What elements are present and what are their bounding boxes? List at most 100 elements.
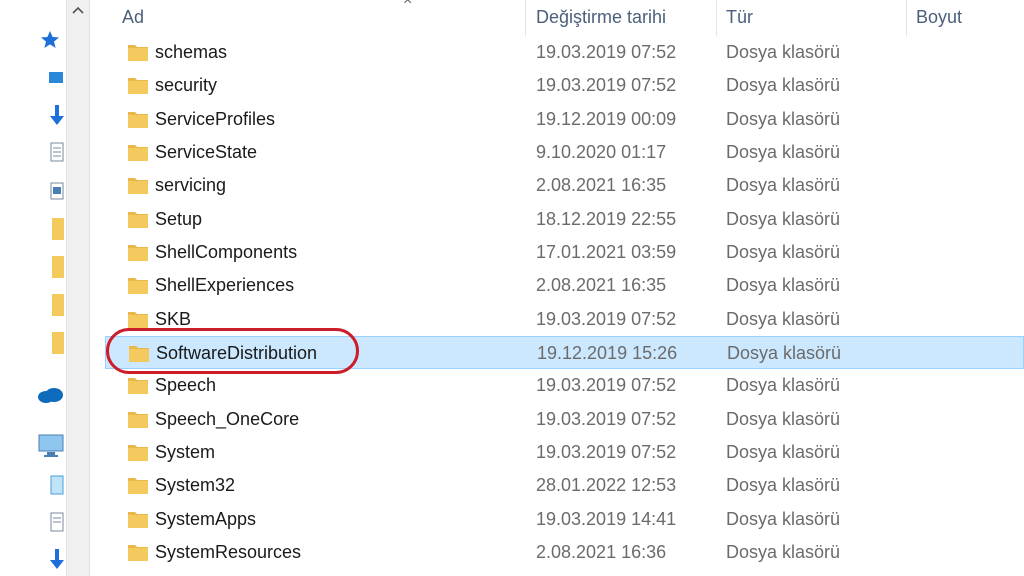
file-type: Dosya klasörü xyxy=(726,275,841,295)
file-type: Dosya klasörü xyxy=(727,343,842,363)
file-type: Dosya klasörü xyxy=(726,175,841,195)
folder-icon xyxy=(128,145,148,161)
file-type: Dosya klasörü xyxy=(726,542,841,562)
modified-date: 18.12.2019 22:55 xyxy=(536,209,677,229)
file-type: Dosya klasörü xyxy=(726,242,841,262)
file-name[interactable]: ServiceProfiles xyxy=(155,103,275,136)
file-name[interactable]: schemas xyxy=(155,36,227,69)
folder-icon xyxy=(128,45,148,61)
list-item[interactable]: System32 28.01.2022 12:53 Dosya klasörü xyxy=(105,469,1024,502)
file-name[interactable]: servicing xyxy=(155,169,226,202)
column-header-type[interactable]: Tür xyxy=(726,0,753,36)
list-item[interactable]: SystemApps 19.03.2019 14:41 Dosya klasörü xyxy=(105,503,1024,536)
file-name[interactable]: SystemApps xyxy=(155,503,256,536)
modified-date: 19.03.2019 07:52 xyxy=(536,309,677,329)
file-type: Dosya klasörü xyxy=(726,442,841,462)
column-header-size[interactable]: Boyut xyxy=(916,0,962,36)
folder-icon[interactable] xyxy=(52,218,64,240)
file-type: Dosya klasörü xyxy=(726,209,841,229)
folder-icon xyxy=(128,112,148,128)
chevron-up-icon xyxy=(72,6,84,14)
folder-icon xyxy=(128,278,148,294)
list-item[interactable]: ShellComponents 17.01.2021 03:59 Dosya kla… xyxy=(105,236,1024,269)
folder-icon xyxy=(128,245,148,261)
list-item[interactable]: ShellExperiences 2.08.2021 16:35 Dosya kla… xyxy=(105,269,1024,302)
folder-icon xyxy=(128,212,148,228)
modified-date: 17.01.2021 03:59 xyxy=(536,242,677,262)
file-name[interactable]: Setup xyxy=(155,203,202,236)
file-name[interactable]: SystemResources xyxy=(155,536,301,569)
documents-icon[interactable] xyxy=(50,142,64,162)
scroll-up-button[interactable] xyxy=(67,0,89,20)
this-pc-icon[interactable] xyxy=(38,434,64,458)
pictures-icon[interactable] xyxy=(50,182,64,200)
nav-scrollbar[interactable] xyxy=(66,0,90,576)
folder-icon[interactable] xyxy=(52,256,64,278)
folder-icon[interactable] xyxy=(52,332,64,354)
list-item[interactable]: servicing 2.08.2021 16:35 Dosya klasörü xyxy=(105,169,1024,202)
folder-icon xyxy=(128,412,148,428)
list-item[interactable]: System 19.03.2019 07:52 Dosya klasörü xyxy=(105,436,1024,469)
file-type: Dosya klasörü xyxy=(726,109,841,129)
column-header-date[interactable]: Değiştirme tarihi xyxy=(536,0,666,36)
modified-date: 19.03.2019 07:52 xyxy=(536,442,677,462)
file-name[interactable]: System32 xyxy=(155,469,235,502)
modified-date: 9.10.2020 01:17 xyxy=(536,142,667,162)
file-name[interactable]: ShellExperiences xyxy=(155,269,294,302)
folder-icon xyxy=(128,312,148,328)
file-type: Dosya klasörü xyxy=(726,309,841,329)
modified-date: 2.08.2021 16:35 xyxy=(536,175,667,195)
folder-icon[interactable] xyxy=(52,294,64,316)
onedrive-cloud-icon[interactable] xyxy=(36,386,64,404)
modified-date: 19.12.2019 15:26 xyxy=(537,343,678,363)
file-name[interactable]: System xyxy=(155,436,215,469)
file-name[interactable]: security xyxy=(155,69,217,102)
column-divider[interactable] xyxy=(525,0,526,36)
list-item[interactable]: Speech_OneCore 19.03.2019 07:52 Dosya klas… xyxy=(105,403,1024,436)
list-item[interactable]: security 19.03.2019 07:52 Dosya klasörü xyxy=(105,69,1024,102)
modified-date: 19.03.2019 07:52 xyxy=(536,75,677,95)
download-arrow-icon[interactable] xyxy=(50,548,64,570)
file-type: Dosya klasörü xyxy=(726,409,841,429)
folder-icon xyxy=(128,178,148,194)
desktop-icon[interactable] xyxy=(48,70,64,86)
file-name[interactable]: ShellComponents xyxy=(155,236,297,269)
folder-icon xyxy=(128,445,148,461)
modified-date: 19.03.2019 14:41 xyxy=(536,509,677,529)
modified-date: 28.01.2022 12:53 xyxy=(536,475,677,495)
annotation-highlight xyxy=(106,328,359,374)
file-name[interactable]: Speech_OneCore xyxy=(155,403,299,436)
modified-date: 19.03.2019 07:52 xyxy=(536,409,677,429)
file-type: Dosya klasörü xyxy=(726,375,841,395)
column-header-name[interactable]: Ad xyxy=(122,0,144,36)
navigation-pane xyxy=(0,0,66,576)
file-type: Dosya klasörü xyxy=(726,42,841,62)
file-type: Dosya klasörü xyxy=(726,509,841,529)
list-item[interactable]: ServiceProfiles 19.12.2019 00:09 Dosya kla… xyxy=(105,103,1024,136)
list-item[interactable]: SystemResources 2.08.2021 16:36 Dosya klas… xyxy=(105,536,1024,569)
modified-date: 19.03.2019 07:52 xyxy=(536,42,677,62)
column-divider[interactable] xyxy=(906,0,907,36)
modified-date: 2.08.2021 16:35 xyxy=(536,275,667,295)
list-item[interactable]: ServiceState 9.10.2020 01:17 Dosya klasörü xyxy=(105,136,1024,169)
file-type: Dosya klasörü xyxy=(726,75,841,95)
close-icon[interactable]: × xyxy=(403,0,412,10)
folder-icon xyxy=(128,78,148,94)
column-header-bar: × Ad Değiştirme tarihi Tür Boyut xyxy=(89,0,1024,36)
folder-icon xyxy=(128,512,148,528)
3d-objects-icon[interactable] xyxy=(50,474,64,496)
modified-date: 19.03.2019 07:52 xyxy=(536,375,677,395)
quick-access-star-icon[interactable] xyxy=(40,30,60,50)
modified-date: 2.08.2021 16:36 xyxy=(536,542,667,562)
list-item[interactable]: schemas 19.03.2019 07:52 Dosya klasörü xyxy=(105,36,1024,69)
column-divider[interactable] xyxy=(716,0,717,36)
file-type: Dosya klasörü xyxy=(726,142,841,162)
file-type: Dosya klasörü xyxy=(726,475,841,495)
download-arrow-icon[interactable] xyxy=(50,104,64,126)
file-name[interactable]: ServiceState xyxy=(155,136,257,169)
documents-icon[interactable] xyxy=(50,512,64,532)
folder-icon xyxy=(128,478,148,494)
modified-date: 19.12.2019 00:09 xyxy=(536,109,677,129)
list-item[interactable]: Setup 18.12.2019 22:55 Dosya klasörü xyxy=(105,203,1024,236)
folder-icon xyxy=(128,378,148,394)
